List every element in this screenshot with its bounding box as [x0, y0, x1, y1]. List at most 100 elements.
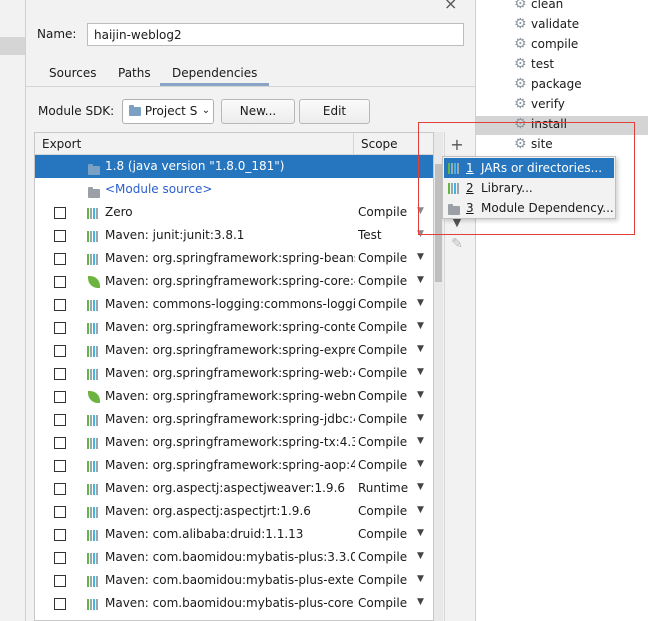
table-row[interactable]: Maven: com.baomidou:mybatis-plus-core:3 C…	[35, 592, 433, 615]
scope-dropdown-icon[interactable]: ▼	[417, 551, 424, 561]
tab-sources[interactable]: Sources	[49, 59, 96, 86]
scope-select[interactable]: Compile	[358, 458, 410, 472]
table-row[interactable]: Maven: org.springframework:spring-web:4 C…	[35, 362, 433, 385]
export-checkbox[interactable]	[54, 368, 66, 380]
project-tree-selected-row[interactable]	[0, 37, 25, 55]
edit-sdk-button[interactable]: Edit	[299, 99, 370, 124]
scope-dropdown-icon[interactable]: ▼	[417, 505, 424, 515]
scope-dropdown-icon[interactable]: ▼	[417, 482, 424, 492]
module-sdk-select[interactable]: Project S ⌄	[122, 99, 214, 124]
table-row[interactable]: Maven: org.springframework:spring-aop:4 C…	[35, 454, 433, 477]
scope-select[interactable]: Compile	[358, 504, 410, 518]
export-checkbox[interactable]	[54, 253, 66, 265]
lifecycle-item-compile[interactable]: ⚙ compile	[476, 36, 648, 55]
scope-select[interactable]: Compile	[358, 389, 410, 403]
export-checkbox[interactable]	[54, 230, 66, 242]
menu-item-module-dependency[interactable]: 3 Module Dependency...	[444, 198, 614, 218]
scope-select[interactable]: Compile	[358, 412, 410, 426]
export-checkbox[interactable]	[54, 529, 66, 541]
table-row[interactable]: Maven: org.springframework:spring-conte C…	[35, 316, 433, 339]
column-divider[interactable]	[353, 133, 354, 155]
scrollbar-thumb[interactable]	[435, 164, 442, 282]
export-checkbox[interactable]	[54, 483, 66, 495]
table-row[interactable]: 1.8 (java version "1.8.0_181")	[35, 155, 433, 178]
lifecycle-item-site[interactable]: ⚙ site	[476, 136, 648, 155]
table-row[interactable]: Maven: com.baomidou:mybatis-plus-exten Co…	[35, 569, 433, 592]
table-row[interactable]: Maven: commons-logging:commons-loggi Comp…	[35, 293, 433, 316]
export-checkbox[interactable]	[54, 414, 66, 426]
scope-dropdown-icon[interactable]: ▼	[417, 597, 424, 607]
table-row[interactable]: Maven: org.springframework:spring-expre C…	[35, 339, 433, 362]
scope-select[interactable]: Compile	[358, 366, 410, 380]
export-checkbox[interactable]	[54, 276, 66, 288]
lifecycle-item-test[interactable]: ⚙ test	[476, 56, 648, 75]
close-icon[interactable]: ×	[444, 0, 457, 13]
export-checkbox[interactable]	[54, 460, 66, 472]
export-checkbox[interactable]	[54, 598, 66, 610]
scope-dropdown-icon[interactable]: ▼	[417, 344, 424, 354]
new-sdk-button[interactable]: New...	[221, 99, 295, 124]
export-checkbox[interactable]	[54, 575, 66, 587]
lifecycle-item-validate[interactable]: ⚙ validate	[476, 16, 648, 35]
scope-dropdown-icon[interactable]: ▼	[417, 390, 424, 400]
edit-icon[interactable]: ✎	[445, 236, 469, 252]
table-row[interactable]: Maven: org.springframework:spring-tx:4.3…	[35, 431, 433, 454]
menu-item-jars[interactable]: 1 JARs or directories...	[444, 158, 614, 178]
menu-item-library[interactable]: 2 Library...	[444, 178, 614, 198]
scope-dropdown-icon[interactable]: ▼	[417, 275, 424, 285]
table-row[interactable]: Maven: org.springframework:spring-beans C…	[35, 247, 433, 270]
export-checkbox[interactable]	[54, 552, 66, 564]
scope-select[interactable]: Compile	[358, 205, 410, 219]
tab-dependencies[interactable]: Dependencies	[160, 59, 270, 86]
table-row[interactable]: Maven: com.alibaba:druid:1.1.13 Compile ▼	[35, 523, 433, 546]
lifecycle-item-install[interactable]: ⚙ install	[476, 116, 648, 135]
export-checkbox[interactable]	[54, 322, 66, 334]
export-checkbox[interactable]	[54, 345, 66, 357]
lifecycle-item-clean[interactable]: ⚙ clean	[476, 0, 648, 15]
scope-dropdown-icon[interactable]: ▼	[417, 367, 424, 377]
table-row[interactable]: Maven: org.springframework:spring-core:4…	[35, 270, 433, 293]
scope-column-header[interactable]: Scope	[361, 137, 398, 151]
export-checkbox[interactable]	[54, 207, 66, 219]
scope-dropdown-icon[interactable]: ▼	[417, 252, 424, 262]
scope-select[interactable]: Compile	[358, 550, 410, 564]
scope-dropdown-icon[interactable]: ▼	[417, 321, 424, 331]
scope-select[interactable]: Compile	[358, 596, 410, 610]
tab-paths[interactable]: Paths	[118, 59, 151, 86]
export-checkbox[interactable]	[54, 391, 66, 403]
module-name-input[interactable]	[87, 23, 464, 46]
scope-select[interactable]: Compile	[358, 297, 410, 311]
scope-dropdown-icon[interactable]: ▼	[417, 528, 424, 538]
lifecycle-item-verify[interactable]: ⚙ verify	[476, 96, 648, 115]
scope-select[interactable]: Runtime	[358, 481, 410, 495]
scope-dropdown-icon[interactable]: ▼	[417, 574, 424, 584]
scope-dropdown-icon[interactable]: ▼	[417, 298, 424, 308]
scope-dropdown-icon[interactable]: ▼	[417, 413, 424, 423]
table-row[interactable]: Maven: org.springframework:spring-jdbc:4…	[35, 408, 433, 431]
table-row[interactable]: <Module source>	[35, 178, 433, 201]
export-column-header[interactable]: Export	[42, 137, 81, 151]
scope-dropdown-icon[interactable]: ▼	[417, 229, 424, 239]
scope-dropdown-icon[interactable]: ▼	[417, 436, 424, 446]
scope-select[interactable]: Compile	[358, 320, 410, 334]
table-row[interactable]: Maven: org.aspectj:aspectjrt:1.9.6 Compil…	[35, 500, 433, 523]
export-checkbox[interactable]	[54, 299, 66, 311]
table-row[interactable]: Maven: com.baomidou:mybatis-plus:3.3.0 Co…	[35, 546, 433, 569]
scope-dropdown-icon[interactable]: ▼	[417, 459, 424, 469]
table-row[interactable]: Zero Compile ▼	[35, 201, 433, 224]
table-row[interactable]: Maven: org.aspectj:aspectjweaver:1.9.6 Ru…	[35, 477, 433, 500]
scope-select[interactable]: Compile	[358, 251, 410, 265]
scope-select[interactable]: Compile	[358, 573, 410, 587]
export-checkbox[interactable]	[54, 437, 66, 449]
table-row[interactable]: Maven: org.springframework:spring-webm Co…	[35, 385, 433, 408]
scope-select[interactable]: Test	[358, 228, 410, 242]
table-row[interactable]: Maven: junit:junit:3.8.1 Test ▼	[35, 224, 433, 247]
scope-select[interactable]: Compile	[358, 343, 410, 357]
add-icon[interactable]: +	[445, 135, 469, 154]
scope-select[interactable]: Compile	[358, 527, 410, 541]
export-checkbox[interactable]	[54, 506, 66, 518]
scope-dropdown-icon[interactable]: ▼	[417, 206, 424, 216]
scope-select[interactable]: Compile	[358, 274, 410, 288]
scope-select[interactable]: Compile	[358, 435, 410, 449]
lifecycle-item-package[interactable]: ⚙ package	[476, 76, 648, 95]
